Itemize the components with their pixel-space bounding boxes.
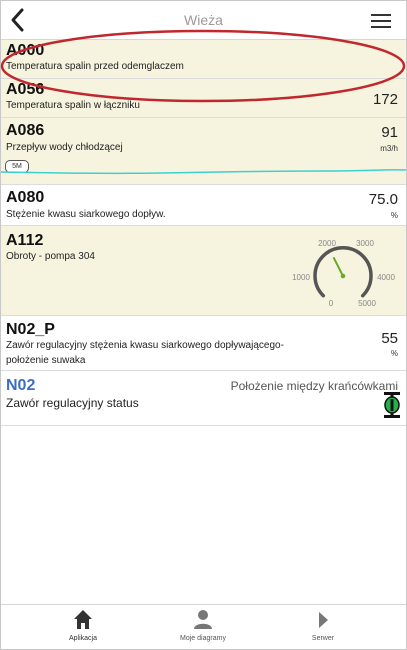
item-value: 75.0 [368,191,398,208]
gauge-label-2000: 2000 [318,239,336,248]
item-unit: % [390,349,398,358]
item-description: Przepływ wody chłodzącej [6,142,123,153]
item-code: N02_P [6,321,55,338]
nav-moje-diagramy[interactable]: Moje diagramy [148,605,258,649]
nav-aplikacja[interactable]: Aplikacja [28,605,138,649]
item-description: Zawór regulacyjny status [6,396,139,410]
nav-serwer[interactable]: Serwer [268,605,378,649]
valve-status-text: Położenie między krańcówkami [230,379,398,393]
list-item-a080[interactable]: A080 Stężenie kwasu siarkowego dopływ. 7… [1,185,406,226]
user-icon [194,610,212,629]
gauge-label-3000: 3000 [356,239,374,248]
item-description-line1: Zawór regulacyjny stężenia kwasu siarkow… [6,340,284,351]
item-description: Stężenie kwasu siarkowego dopływ. [6,209,166,220]
item-value: 55 [381,330,398,347]
item-value: 91 [381,124,398,141]
item-code: A086 [6,122,45,139]
item-unit: m3/h [380,144,398,153]
nav-label: Serwer [311,635,335,642]
trend-sparkline [1,168,406,175]
nav-label: Aplikacja [68,635,97,642]
gauge-label-1000: 1000 [292,273,310,282]
item-description-line2: położenie suwaka [6,355,86,366]
list-item-n02[interactable]: N02 Zawór regulacyjny status Położenie m… [1,371,406,426]
highlight-ring [0,29,406,103]
list-item-a086[interactable]: A086 Przepływ wody chłodzącej 91 m3/h 5M [1,118,406,185]
bottom-navigation: Aplikacja Moje diagramy Serwer [1,604,406,649]
home-icon [74,610,92,629]
nav-label: Moje diagramy [180,635,226,642]
item-code: A112 [6,232,44,249]
item-code: N02 [6,377,36,394]
gauge-needle-tip [340,273,346,279]
gauge-label-4000: 4000 [377,273,395,282]
gauge-needle [332,256,344,277]
rpm-gauge: 0 1000 2000 3000 4000 5000 [292,239,395,308]
gauge-arc [313,246,373,298]
list-item-a112[interactable]: A112 Obroty - pompa 304 0 1000 2000 3000… [1,226,406,316]
valve-icon [384,392,400,418]
item-unit: % [390,211,398,220]
item-code: A080 [6,189,45,206]
play-icon [319,612,328,628]
gauge-label-0: 0 [329,299,334,308]
page-title: Wieża [184,12,223,28]
item-description: Obroty - pompa 304 [6,251,95,262]
list-item-n02-p[interactable]: N02_P Zawór regulacyjny stężenia kwasu s… [1,316,406,371]
gauge-label-5000: 5000 [358,299,376,308]
